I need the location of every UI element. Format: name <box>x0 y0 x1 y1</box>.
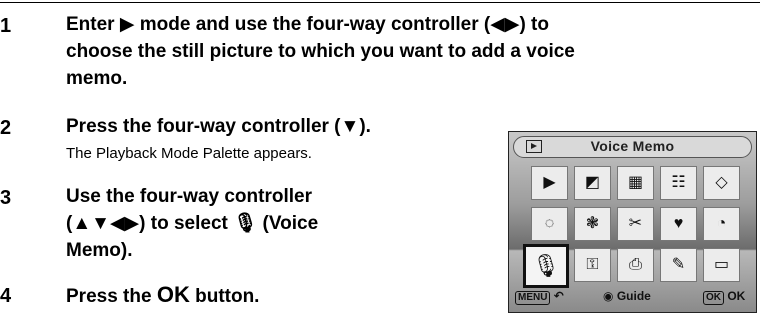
step-3-line-2: (▲▼◀▶) to select 🎙 (Voice <box>66 213 319 234</box>
image-recovery-icon[interactable]: ✎ <box>660 248 697 282</box>
step-3-line-3: Memo). <box>66 240 133 261</box>
camera-screen: Voice Memo ▶ ◩ ▦ ☷ ◇ ◌ ❃ ✂ ♥ ◔ 🎙 ⚿ ⎙ ✎ ▭… <box>508 131 757 313</box>
ok-item[interactable]: OK OK <box>703 289 745 305</box>
slideshow-icon[interactable]: ▶ <box>531 166 568 200</box>
step-4-after: button. <box>189 286 260 307</box>
dpof-icon[interactable]: ⎙ <box>617 248 654 282</box>
start-up-screen-icon[interactable]: ◔ <box>703 207 740 241</box>
ok-label: OK <box>156 282 190 307</box>
movie-edit-icon[interactable]: ▭ <box>703 248 740 282</box>
ok-text: OK <box>727 289 746 303</box>
digital-filter-icon[interactable]: ❃ <box>574 207 611 241</box>
screen-title: Voice Memo <box>590 138 675 154</box>
step-number: 4 <box>0 285 12 307</box>
menu-badge: MENU <box>515 291 551 305</box>
step-number: 2 <box>0 117 12 139</box>
step-number: 1 <box>0 15 12 37</box>
back-arrow-icon: ↶ <box>553 289 564 303</box>
step-3-line-1: Use the four-way controller <box>66 186 312 207</box>
protect-icon[interactable]: ⚿ <box>574 248 611 282</box>
step-number: 3 <box>0 187 12 209</box>
screen-bottom-bar: MENU ↶ ◉ Guide OK OK <box>509 287 756 309</box>
step-2-line: Press the four-way controller (▼). <box>66 116 371 137</box>
step-4-line: Press the OK button. <box>66 282 259 309</box>
guide-label: Guide <box>616 289 651 303</box>
voice-memo-icon[interactable]: 🎙 <box>523 244 569 288</box>
top-rule <box>0 2 760 3</box>
frame-composite-icon[interactable]: ✂ <box>617 207 654 241</box>
step-4-before: Press the <box>66 286 157 307</box>
resize-icon[interactable]: ◩ <box>574 166 611 200</box>
screen-titlebar: Voice Memo <box>513 136 752 158</box>
step-1-line-3: memo. <box>66 68 128 89</box>
image-copy-icon[interactable]: ☷ <box>660 166 697 200</box>
step-1-line-2: choose the still picture to which you wa… <box>66 41 575 62</box>
color-filter-icon[interactable]: ◌ <box>531 207 568 241</box>
rotate-icon[interactable]: ◇ <box>703 166 740 200</box>
ok-badge: OK <box>703 291 724 305</box>
menu-back[interactable]: MENU ↶ <box>515 289 564 305</box>
ok-dot-icon: ◉ <box>603 289 614 303</box>
step-1-line-1: Enter ▶ mode and use the four-way contro… <box>66 14 549 35</box>
red-eye-icon[interactable]: ♥ <box>660 207 697 241</box>
cropping-icon[interactable]: ▦ <box>617 166 654 200</box>
guide-item[interactable]: ◉ Guide <box>603 289 651 303</box>
step-2-subtext: The Playback Mode Palette appears. <box>66 145 312 162</box>
